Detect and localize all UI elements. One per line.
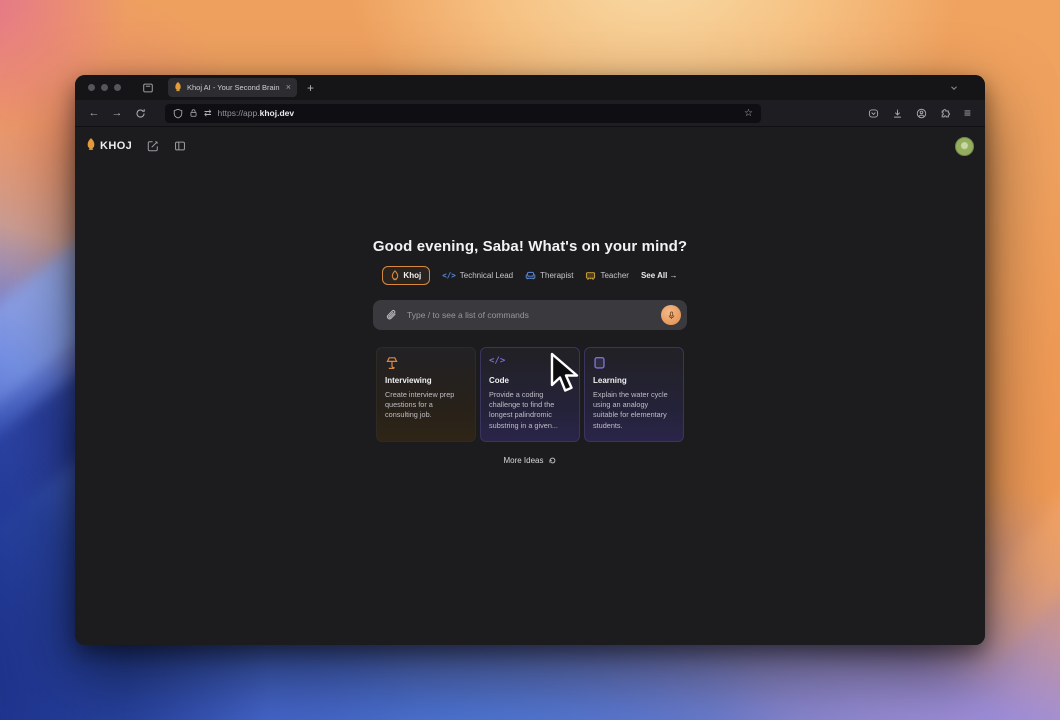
forward-button[interactable]: → [108, 107, 126, 119]
window-controls [88, 84, 121, 91]
agent-pills-row: Khoj </> Technical Lead Therapist Teache… [75, 266, 985, 285]
book-icon [593, 356, 675, 371]
suggestion-card-interviewing[interactable]: Interviewing Create interview prep quest… [376, 347, 476, 442]
toolbar-right-icons: ≡ [868, 107, 975, 119]
agent-pill-label: Technical Lead [459, 271, 514, 280]
suggestion-card-learning[interactable]: Learning Explain the water cycle using a… [584, 347, 684, 442]
tracking-protection-shield-icon[interactable] [173, 108, 183, 119]
tab-close-icon[interactable]: × [286, 83, 291, 92]
agent-pill-technical-lead[interactable]: </> Technical Lead [442, 271, 513, 280]
pocket-icon[interactable] [868, 108, 879, 119]
greeting-heading: Good evening, Saba! What's on your mind? [372, 238, 688, 255]
user-avatar[interactable] [955, 136, 974, 156]
browser-tab-bar: Khoj AI - Your Second Brain × + [75, 75, 985, 100]
close-window-button[interactable] [88, 84, 95, 91]
url-text: https://app.khoj.dev [218, 108, 295, 118]
agent-pill-label: Therapist [540, 271, 574, 280]
card-title: Interviewing [385, 376, 432, 385]
mouse-cursor [549, 352, 581, 401]
minimize-window-button[interactable] [101, 84, 108, 91]
attach-file-icon[interactable] [385, 309, 397, 321]
refresh-icon [548, 456, 557, 465]
url-domain: khoj.dev [259, 108, 295, 118]
khoj-lantern-icon [86, 137, 96, 156]
see-all-label: See All → [640, 271, 678, 280]
url-prefix: https://app. [217, 108, 260, 118]
khoj-app-page: KHOJ Good evening, Saba! What's on your … [75, 127, 985, 645]
lamp-icon [385, 356, 467, 371]
tab-overview-icon[interactable] [142, 82, 154, 94]
agent-pill-therapist[interactable]: Therapist [525, 271, 573, 280]
agent-pill-label: Khoj [403, 271, 422, 280]
card-title: Learning [593, 376, 627, 385]
more-ideas-label: More Ideas [503, 456, 544, 465]
card-body: Create interview prep questions for a co… [385, 390, 455, 420]
chat-input[interactable] [407, 310, 651, 320]
more-ideas-button[interactable]: More Ideas [75, 456, 985, 465]
see-all-agents-link[interactable]: See All → [641, 271, 678, 280]
browser-toolbar: ← → ⇄ https://app.khoj.dev ☆ ≡ [75, 100, 985, 127]
agent-pill-label: Teacher [600, 271, 629, 280]
khoj-logo[interactable]: KHOJ [86, 137, 132, 156]
suggestion-cards-row: Interviewing Create interview prep quest… [75, 347, 985, 442]
new-chat-icon[interactable] [147, 140, 159, 152]
reload-button[interactable] [131, 108, 149, 119]
tab-title: Khoj AI - Your Second Brain [187, 83, 280, 92]
account-icon[interactable] [916, 108, 927, 119]
sidebar-toggle-icon[interactable] [174, 140, 186, 152]
bookmark-star-icon[interactable]: ☆ [744, 108, 753, 119]
card-body: Explain the water cycle using an analogy… [593, 390, 668, 430]
agent-pill-khoj[interactable]: Khoj [382, 266, 431, 285]
khoj-wordmark: KHOJ [100, 140, 133, 152]
extensions-icon[interactable] [940, 108, 951, 119]
agent-pill-teacher[interactable]: Teacher [585, 271, 629, 281]
chat-input-bar[interactable] [373, 300, 687, 330]
zoom-window-button[interactable] [114, 84, 121, 91]
app-header: KHOJ [75, 127, 985, 165]
tab-favicon-khoj-icon [174, 79, 182, 97]
list-all-tabs-icon[interactable] [949, 83, 959, 93]
downloads-icon[interactable] [892, 108, 903, 119]
switch-protocol-icon: ⇄ [204, 107, 212, 118]
code-icon: </> [442, 271, 456, 280]
blackboard-icon [585, 271, 596, 281]
new-tab-button[interactable]: + [307, 82, 314, 94]
back-button[interactable]: ← [85, 107, 103, 119]
browser-window: Khoj AI - Your Second Brain × + ← → ⇄ ht… [75, 75, 985, 645]
address-bar[interactable]: ⇄ https://app.khoj.dev ☆ [165, 103, 761, 123]
khoj-lantern-icon [391, 270, 399, 281]
voice-message-button[interactable] [661, 305, 681, 325]
couch-icon [525, 271, 536, 280]
menu-icon[interactable]: ≡ [964, 107, 971, 119]
browser-tab-khoj[interactable]: Khoj AI - Your Second Brain × [168, 78, 297, 97]
lock-icon[interactable] [189, 108, 198, 118]
